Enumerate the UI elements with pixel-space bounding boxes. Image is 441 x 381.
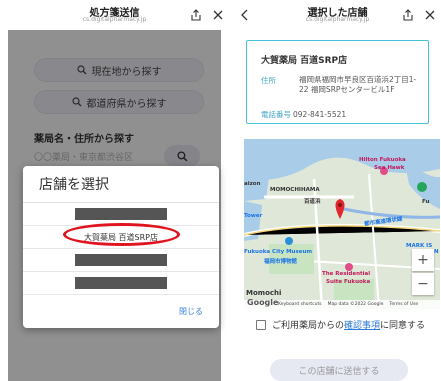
store-option[interactable] <box>23 272 219 295</box>
keyboard-shortcuts-link[interactable]: Keyboard shortcuts <box>278 302 322 307</box>
map-label-city-museum-jp: 福岡市博物館 <box>264 259 298 265</box>
map-label-seahawk: Sea Hawk <box>374 165 405 171</box>
share-icon[interactable] <box>190 9 202 21</box>
store-info-card: 大賀薬局 百道SRP店 住所 福岡県福岡市早良区百道浜2丁目1-22 福岡SRP… <box>246 40 429 124</box>
store-address: 福岡県福岡市早良区百道浜2丁目1-22 福岡SRPセンタービル1F <box>299 75 417 94</box>
store-phone: 092-841-5521 <box>293 110 347 119</box>
redacted-store-name <box>75 254 167 266</box>
close-icon[interactable] <box>212 9 224 21</box>
zoom-out-button[interactable]: − <box>412 273 434 295</box>
store-select-dialog: 店舗を選択 大賀薬局 百道SRP店 閉じる <box>23 166 219 328</box>
google-logo: Google <box>247 298 279 307</box>
highlight-circle <box>63 223 180 246</box>
agree-suffix: に同意する <box>380 321 426 331</box>
header: 処方箋送信 cs.digitalpharmacy.jp <box>0 0 229 30</box>
map-label-momochihama: MOMOCHIHAMA <box>270 187 320 193</box>
share-icon[interactable] <box>402 9 414 21</box>
redacted-store-name <box>75 277 167 289</box>
map-label-tower: Tower <box>244 213 263 219</box>
dialog-title: 店舗を選択 <box>23 166 219 203</box>
map-label-momochi: Momochi <box>246 289 282 297</box>
agree-prefix: ご利用薬局からの <box>272 321 345 331</box>
close-icon[interactable] <box>424 9 436 21</box>
store-name: 大賀薬局 百道SRP店 <box>261 56 348 66</box>
zoom-in-button[interactable]: + <box>412 249 434 271</box>
store-search-screen: 処方箋送信 cs.digitalpharmacy.jp 現在地から探す 都道府県… <box>0 0 229 381</box>
map-label-aizon: aizon <box>244 181 261 187</box>
dialog-close-button[interactable]: 閉じる <box>179 306 203 317</box>
map-data-text: Map data ©2022 Google <box>327 302 384 307</box>
agree-checkbox[interactable] <box>256 319 266 330</box>
terms-confirm-link[interactable]: 確認事項 <box>344 321 380 331</box>
map-label-momochihama-jp: 百道浜 <box>304 199 321 205</box>
map-label-residential: The Residential <box>322 271 371 277</box>
agree-row[interactable]: ご利用薬局からの確認事項に同意する <box>256 318 425 331</box>
redacted-store-name <box>75 208 167 220</box>
send-to-store-button[interactable]: この店舗に送信する <box>270 359 408 381</box>
map-label-fu: Fu <box>422 199 430 205</box>
map-label-city-museum: Fukuoka City Museum <box>244 249 313 255</box>
map-label-hilton: Hilton Fukuoka <box>359 157 406 163</box>
store-option[interactable] <box>23 249 219 272</box>
map-label-suite: Suite Fukuoka <box>326 279 371 285</box>
header: 選択した店舗 cs.digitalpharmacy.jp <box>234 0 441 30</box>
terms-link[interactable]: Terms of Use <box>389 302 418 307</box>
selected-store-screen: 選択した店舗 cs.digitalpharmacy.jp 大賀薬局 百道SRP店… <box>234 0 441 381</box>
phone-label: 電話番号 <box>261 110 291 119</box>
address-label: 住所 <box>261 76 276 85</box>
store-map[interactable]: Hilton Fukuoka Sea Hawk MOMOCHIHAMA 百道浜 … <box>244 139 440 309</box>
